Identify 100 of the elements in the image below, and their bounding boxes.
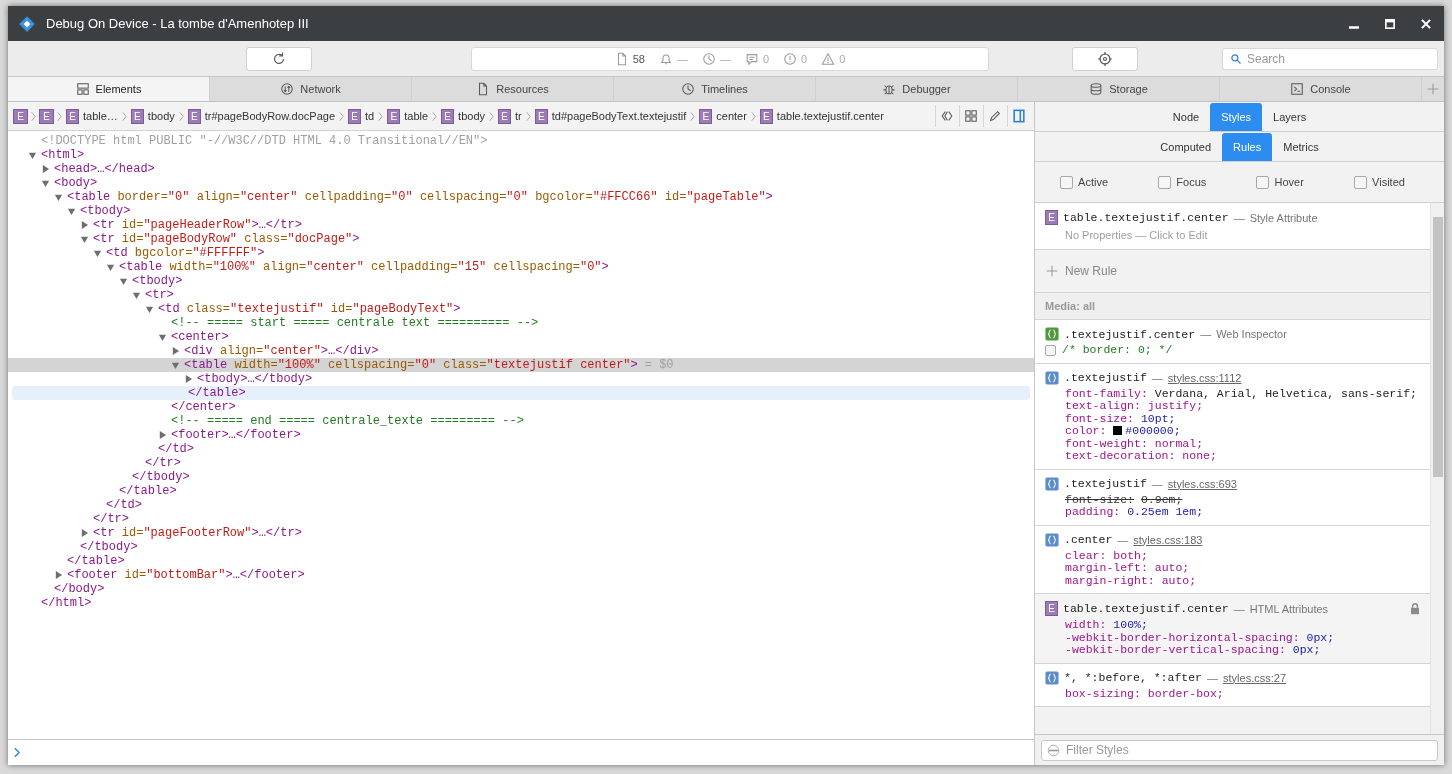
- reload-icon: [271, 50, 287, 67]
- css-value: border-box;: [1147, 686, 1224, 700]
- css-comment: /* border: 0; */: [1062, 344, 1173, 357]
- error-icon: [783, 51, 798, 66]
- breadcrumb-item[interactable]: E tbody: [440, 108, 486, 124]
- triangle-icon[interactable]: [119, 276, 128, 286]
- triangle-icon[interactable]: [80, 234, 89, 244]
- breadcrumb-item[interactable]: E table: [386, 108, 430, 124]
- chevron-icon: [690, 110, 696, 122]
- triangle-icon[interactable]: [54, 570, 63, 580]
- closing-tag: </body>: [54, 582, 105, 596]
- breadcrumb-item[interactable]: E tbody: [129, 108, 176, 124]
- element-tag: <td class="textejustif" id="pageBodyText">: [158, 302, 461, 316]
- tab[interactable]: Layers: [1262, 103, 1318, 131]
- tab[interactable]: Computed: [1149, 133, 1223, 161]
- globe-icon: [280, 82, 295, 96]
- separator-dash: —: [1207, 671, 1219, 684]
- element-tag: <table width="100%" align="center" cellpadding="15" cellspacing="0">: [119, 260, 609, 274]
- breadcrumb-item[interactable]: E td: [347, 108, 376, 124]
- source-link[interactable]: styles.css:1112: [1167, 371, 1242, 384]
- database-icon: [1089, 82, 1104, 96]
- filter-field[interactable]: Filter Styles: [1041, 739, 1438, 761]
- triangle-icon[interactable]: [54, 192, 63, 202]
- checkbox[interactable]: [1256, 175, 1270, 189]
- breadcrumb-item[interactable]: E tr#pageBodyRow.docPage: [186, 108, 337, 124]
- element-tag: <div align="center">…</div>: [184, 344, 379, 358]
- triangle-icon[interactable]: [80, 220, 89, 230]
- chevron-icon: [339, 110, 345, 122]
- color-swatch[interactable]: [1113, 426, 1123, 435]
- css-property: margin-right:: [1065, 573, 1155, 587]
- element-tag: <tbody>: [80, 204, 131, 218]
- bug-icon: [882, 82, 897, 96]
- element-type-label: E: [699, 108, 713, 124]
- triangle-icon[interactable]: [145, 304, 154, 314]
- triangle-icon[interactable]: [158, 332, 167, 342]
- sidebar-icon: [1012, 109, 1026, 123]
- css-selector: .textejustif: [1064, 371, 1147, 384]
- separator-dash: —: [1117, 533, 1129, 546]
- triangle-icon[interactable]: [28, 150, 37, 160]
- triangle-icon[interactable]: [41, 164, 50, 174]
- css-property: text-align:: [1065, 399, 1141, 412]
- source-link[interactable]: styles.css:693: [1167, 477, 1237, 490]
- minimize-icon: [1349, 25, 1359, 29]
- tab[interactable]: Metrics: [1272, 133, 1330, 161]
- checkbox[interactable]: [1060, 175, 1074, 189]
- tab[interactable]: Elements: [8, 77, 210, 101]
- css-value: both;: [1113, 548, 1148, 562]
- braces-icon: [1045, 670, 1059, 685]
- checkbox[interactable]: [1045, 344, 1056, 356]
- source-link[interactable]: styles.css:183: [1133, 533, 1203, 546]
- chevron-icon: [525, 110, 531, 122]
- scrollbar[interactable]: [1430, 203, 1444, 734]
- search-field[interactable]: Search: [1222, 47, 1438, 70]
- checkbox-label: Visited: [1372, 176, 1405, 188]
- triangle-icon[interactable]: [171, 360, 180, 370]
- separator-dash: —: [1233, 602, 1245, 615]
- app-logo-icon: [18, 14, 36, 33]
- triangle-icon[interactable]: [67, 206, 76, 216]
- triangle-icon[interactable]: [106, 262, 115, 272]
- triangle-icon[interactable]: [184, 374, 193, 384]
- braces-icon: [1045, 327, 1059, 341]
- grid-icon: [964, 109, 978, 123]
- triangle-icon[interactable]: [132, 290, 141, 300]
- breadcrumb-item[interactable]: E td#pageBodyText.textejustif: [533, 108, 688, 124]
- css-property: -webkit-border-horizontal-spacing:: [1065, 630, 1300, 644]
- checkbox[interactable]: [1158, 175, 1172, 189]
- breadcrumb-item[interactable]: E tr: [497, 108, 523, 124]
- inspect-target-button[interactable]: [1072, 46, 1138, 71]
- closing-tag: </td>: [158, 442, 194, 456]
- css-selector: .textejustif.center: [1064, 327, 1196, 341]
- triangle-icon[interactable]: [80, 528, 89, 538]
- hovered-row[interactable]: </table>: [12, 386, 1030, 400]
- css-value: none;: [1182, 449, 1217, 462]
- closing-tag: </html>: [41, 596, 92, 610]
- window-title: Debug On Device - La tombe d'Amenhotep III: [46, 16, 309, 31]
- element-type-label: E: [387, 108, 401, 124]
- tab[interactable]: Node: [1161, 103, 1211, 131]
- breadcrumb-item[interactable]: E: [13, 108, 28, 124]
- triangle-icon[interactable]: [41, 178, 50, 188]
- source-link[interactable]: styles.css:27: [1223, 671, 1286, 684]
- maximize-icon: [1385, 18, 1395, 29]
- triangle-icon[interactable]: [93, 248, 102, 258]
- element-tag: <html>: [41, 148, 85, 162]
- breadcrumb-item[interactable]: E: [39, 108, 54, 124]
- triangle-icon[interactable]: [158, 430, 167, 440]
- css-property: text-decoration:: [1065, 449, 1176, 462]
- chevron-icon: [378, 110, 384, 122]
- element-tag: <body>: [54, 176, 98, 190]
- breadcrumb-item[interactable]: E table…: [65, 108, 119, 124]
- chevron-icon: [178, 110, 184, 122]
- checkbox[interactable]: [1354, 175, 1368, 189]
- breadcrumb-item[interactable]: E table.textejustif.center: [758, 108, 885, 124]
- triangle-icon[interactable]: [171, 346, 180, 356]
- terminal-icon: [1290, 82, 1305, 96]
- css-value: justify;: [1147, 399, 1204, 412]
- element-tag: <tr id="pageBodyRow" class="docPage">: [93, 232, 360, 246]
- chevron-icon: [750, 110, 756, 122]
- breadcrumb-item[interactable]: E center: [698, 108, 748, 124]
- layout-icon: [75, 82, 90, 96]
- element-type-label: E: [759, 108, 773, 124]
